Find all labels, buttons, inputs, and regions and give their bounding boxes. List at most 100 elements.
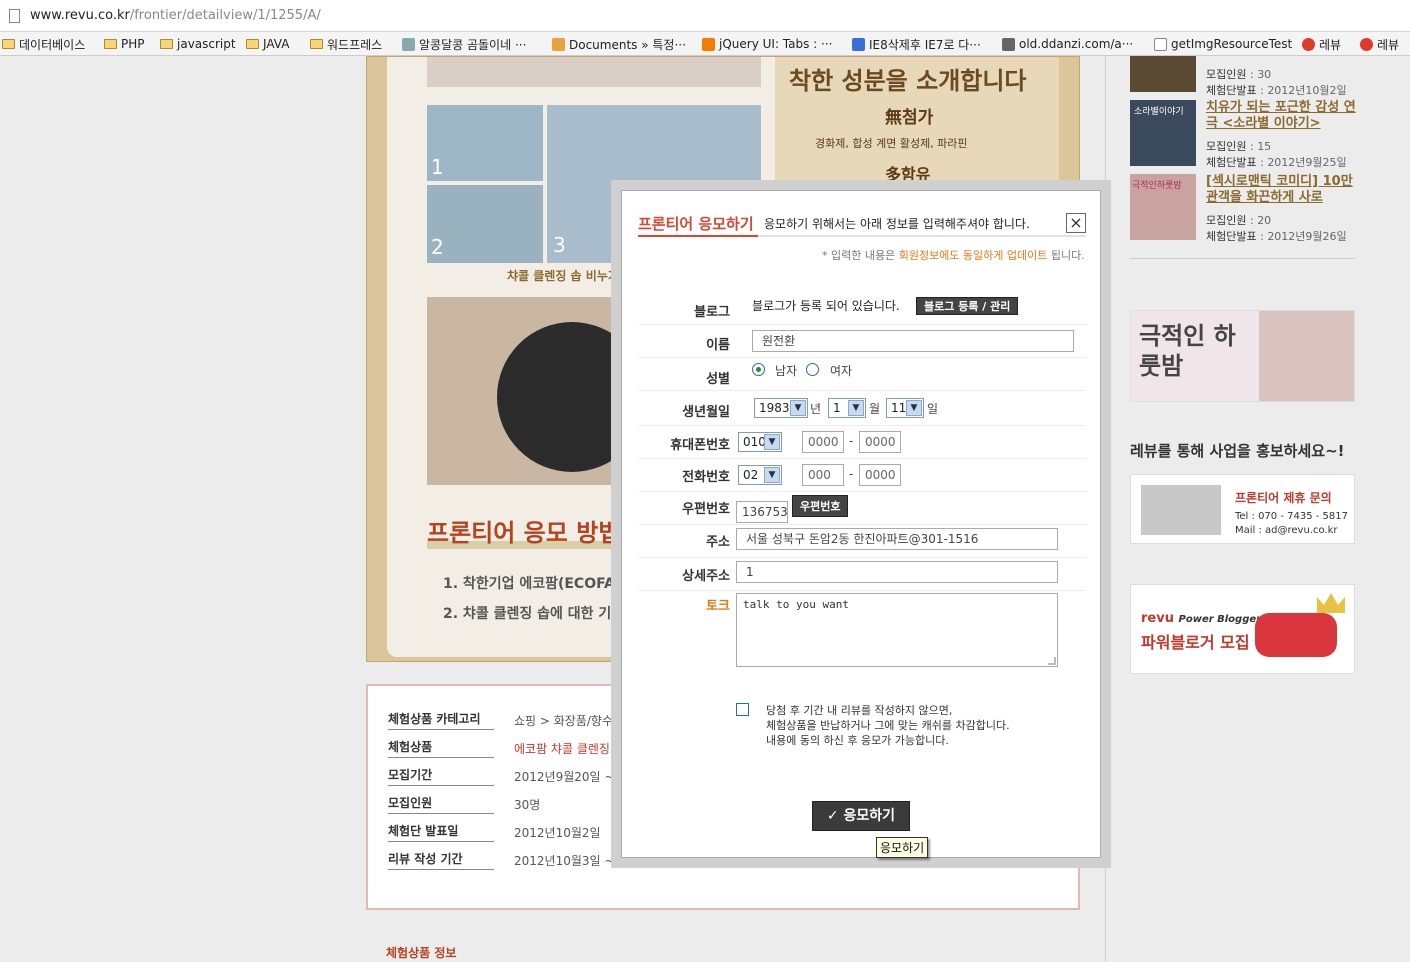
folder-icon xyxy=(310,39,323,49)
phone-label: 전화번호 xyxy=(682,470,730,485)
name-input[interactable]: 원전환 xyxy=(752,330,1074,352)
thumbnail[interactable]: 소라별이야기 xyxy=(1130,100,1196,166)
gender-male-label: 남자 xyxy=(775,364,798,378)
mobile-last-input[interactable]: 0000 xyxy=(859,431,901,453)
bookmark-wordpress[interactable]: 워드프레스 xyxy=(310,35,382,53)
ingredients-title: 착한 성분을 소개합니다 xyxy=(789,67,1027,95)
blogger-icon xyxy=(702,37,715,51)
bookmarks-bar: 데이터베이스 PHP javascript JAVA 워드프레스 알콩달콩 곰돌… xyxy=(0,32,1410,56)
birth-row: 생년월일 1983 ▼ 년 1 ▼ 월 11 ▼ 일 xyxy=(638,391,1086,426)
banner-partnership[interactable]: 프론티어 제휴 문의 Tel : 070 - 7435 - 5817 Mail … xyxy=(1130,474,1355,544)
zip-input[interactable]: 136753 xyxy=(736,501,788,523)
address-bar[interactable]: www.revu.co.kr/frontier/detailview/1/125… xyxy=(0,0,1410,32)
sidebar-item-3[interactable]: 극적인하룻밤 [섹시로맨틱 코미디] 10만 관객을 화끈하게 사로 모집인원 … xyxy=(1130,174,1360,244)
ingredients-list: 경화제, 합성 계면 활성제, 파라핀 xyxy=(815,137,968,150)
bookmark-javascript[interactable]: javascript xyxy=(160,35,236,53)
chevron-down-icon: ▼ xyxy=(764,467,780,483)
sidebar-item-2[interactable]: 소라별이야기 치유가 되는 포근한 감성 연극 <소라별 이야기> 모집인원 :… xyxy=(1130,100,1360,170)
address-detail-label: 상세주소 xyxy=(682,569,730,584)
sidebar-divider-line xyxy=(1130,258,1355,259)
phone-prefix-select[interactable]: 02 ▼ xyxy=(738,465,782,485)
gender-male-radio[interactable] xyxy=(752,363,765,376)
folder-icon xyxy=(2,39,15,49)
bookmark-algong[interactable]: 알콩달콩 곰돌이네 ··· xyxy=(402,35,526,53)
step-image-2: 2 xyxy=(427,185,543,263)
page-icon xyxy=(1154,37,1167,51)
agree-text: 당첨 후 기간 내 리뷰를 작성하지 않으면, 체험상품을 반납하거나 그에 맞… xyxy=(766,704,1010,747)
address-label: 주소 xyxy=(706,535,730,550)
bookmark-database[interactable]: 데이터베이스 xyxy=(2,35,85,53)
address-row: 주소 서울 성북구 돈암2동 한진아파트@301-1516 xyxy=(638,525,1086,558)
mobile-row: 휴대폰번호 010 ▼ 0000 - 0000 xyxy=(638,426,1086,459)
apply-modal: 프론티어 응모하기 응모하기 위해서는 아래 정보를 입력해주셔야 합니다. ×… xyxy=(621,190,1101,858)
url-text[interactable]: www.revu.co.kr/frontier/detailview/1/125… xyxy=(30,8,321,23)
ingredients-free: 無첨가 xyxy=(885,108,934,128)
product-image-face xyxy=(427,57,761,87)
banner-power-blogger[interactable]: revu Power Blogger 파워블로거 모집 xyxy=(1130,584,1355,674)
birth-month-select[interactable]: 1 ▼ xyxy=(828,398,866,418)
phone-mid-input[interactable]: 000 xyxy=(802,464,844,486)
blog-row: 블로그 블로그가 등록 되어 있습니다. 블로그 등록 / 관리 xyxy=(638,289,1086,325)
handshake-image xyxy=(1141,485,1221,535)
agree-checkbox[interactable] xyxy=(736,703,749,716)
chevron-down-icon: ▼ xyxy=(764,434,780,450)
submit-button[interactable]: ✓ 응모하기 xyxy=(812,801,910,831)
mobile-label: 휴대폰번호 xyxy=(670,438,730,453)
address-detail-input[interactable]: 1 xyxy=(736,561,1058,583)
name-label: 이름 xyxy=(706,338,730,353)
crown-icon xyxy=(1317,593,1345,613)
step-image-1: 1 xyxy=(427,105,543,181)
page-icon xyxy=(9,9,20,23)
zip-search-button[interactable]: 우편번호 xyxy=(792,495,849,517)
title-rule xyxy=(758,235,1086,237)
close-button[interactable]: × xyxy=(1066,213,1086,233)
sidebar-item-title[interactable]: [섹시로맨틱 코미디] 10만 관객을 화끈하게 사로 xyxy=(1206,174,1356,206)
phone-last-input[interactable]: 0000 xyxy=(859,464,901,486)
sidebar-item-1[interactable]: 모집인원 : 30 체험단발표 : 2012년10월2일 xyxy=(1130,56,1360,97)
thumbnail[interactable] xyxy=(1130,56,1196,92)
revu-icon xyxy=(1302,37,1315,51)
movie-poster xyxy=(1259,311,1354,401)
bookmark-jquery-tabs[interactable]: jQuery UI: Tabs : ··· xyxy=(702,35,832,53)
modal-title: 프론티어 응모하기 xyxy=(638,215,754,233)
name-row: 이름 원전환 xyxy=(638,325,1086,358)
bookmark-ie8[interactable]: IE8삭제후 IE7로 다··· xyxy=(852,35,981,53)
apply-step-2: 2. 챠콜 클렌징 솝에 대한 기대평 xyxy=(443,606,637,622)
address-input[interactable]: 서울 성북구 돈암2동 한진아파트@301-1516 xyxy=(736,528,1058,550)
blog-label: 블로그 xyxy=(694,305,730,320)
submit-tooltip: 응모하기 xyxy=(876,837,929,858)
talk-textarea[interactable]: talk to you want xyxy=(736,593,1058,667)
ingredients-panel: 착한 성분을 소개합니다 無첨가 경화제, 합성 계면 활성제, 파라핀 多함유 xyxy=(775,57,1059,187)
folder-icon xyxy=(160,39,173,49)
check-icon: ✓ xyxy=(826,808,839,824)
bookmark-revu-1[interactable]: 레뷰 xyxy=(1302,35,1341,53)
bookmark-documents[interactable]: Documents » 특정··· xyxy=(552,35,686,53)
gender-female-radio[interactable] xyxy=(806,363,819,376)
zip-label: 우편번호 xyxy=(682,502,730,517)
product-info-heading: 체험상품 정보 xyxy=(386,946,457,960)
mobile-mid-input[interactable]: 0000 xyxy=(802,431,844,453)
mobile-prefix-select[interactable]: 010 ▼ xyxy=(738,432,782,452)
gender-female-label: 여자 xyxy=(830,364,853,378)
bookmark-getimg[interactable]: getImgResourceTest xyxy=(1154,35,1292,53)
folder-icon xyxy=(246,39,259,49)
folder-icon xyxy=(104,39,117,49)
sidebar-item-title[interactable]: 치유가 되는 포근한 감성 연극 <소라별 이야기> xyxy=(1206,100,1356,132)
talk-label: 토크 xyxy=(706,599,730,614)
bookmark-ddanzi[interactable]: old.ddanzi.com/a··· xyxy=(1002,35,1133,53)
blog-status: 블로그가 등록 되어 있습니다. xyxy=(752,299,900,313)
modal-description: 응모하기 위해서는 아래 정보를 입력해주셔야 합니다. xyxy=(764,217,1030,231)
resize-grip-icon[interactable] xyxy=(1048,657,1056,665)
bookmark-php[interactable]: PHP xyxy=(104,35,145,53)
gender-label: 성별 xyxy=(706,372,730,387)
thumbnail[interactable]: 극적인하룻밤 xyxy=(1130,174,1196,240)
birth-year-select[interactable]: 1983 ▼ xyxy=(754,398,808,418)
birth-day-select[interactable]: 11 ▼ xyxy=(886,398,924,418)
address-detail-row: 상세주소 1 xyxy=(638,558,1086,591)
banner-movie[interactable]: 극적인 하룻밤 xyxy=(1130,310,1355,402)
blog-manage-button[interactable]: 블로그 등록 / 관리 xyxy=(916,297,1019,315)
bookmark-java[interactable]: JAVA xyxy=(246,35,289,53)
bookmark-revu-2[interactable]: 레뷰 xyxy=(1360,35,1399,53)
talk-row: 토크 talk to you want xyxy=(638,591,1086,671)
title-underline xyxy=(638,235,758,237)
